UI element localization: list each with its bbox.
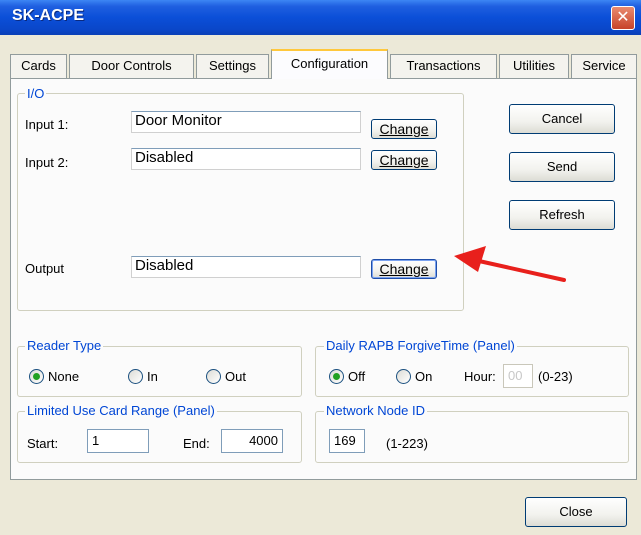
output-value-field: Disabled: [131, 256, 361, 278]
output-label: Output: [25, 261, 65, 276]
tab-settings[interactable]: Settings: [196, 54, 269, 78]
reader-none-radio[interactable]: [29, 369, 44, 384]
node-range-label: (1-223): [386, 436, 428, 451]
title-bar[interactable]: SK-ACPE ✕: [0, 0, 641, 35]
end-input[interactable]: 4000: [221, 429, 283, 453]
input2-value-field: Disabled: [131, 148, 361, 170]
reader-out-label[interactable]: Out: [225, 369, 246, 384]
card-range-legend: Limited Use Card Range (Panel): [25, 403, 217, 418]
hour-range-label: (0-23): [538, 369, 573, 384]
window-title: SK-ACPE: [12, 7, 85, 24]
cancel-button[interactable]: Cancel: [509, 104, 615, 134]
tab-transactions[interactable]: Transactions: [390, 54, 497, 78]
tab-utilities[interactable]: Utilities: [499, 54, 569, 78]
tab-cards[interactable]: Cards: [10, 54, 67, 78]
reader-none-label[interactable]: None: [48, 369, 79, 384]
close-button[interactable]: Close: [525, 497, 627, 527]
output-change-button[interactable]: Change: [371, 259, 437, 279]
reader-in-radio[interactable]: [128, 369, 143, 384]
rapb-on-radio[interactable]: [396, 369, 411, 384]
end-label: End:: [183, 436, 210, 451]
input2-change-button[interactable]: Change: [371, 150, 437, 170]
tab-service[interactable]: Service: [571, 54, 637, 78]
dialog-window: SK-ACPE ✕ Cards Door Controls Settings C…: [0, 0, 641, 535]
tab-door-controls[interactable]: Door Controls: [69, 54, 194, 78]
rapb-on-label[interactable]: On: [415, 369, 432, 384]
start-input[interactable]: 1: [87, 429, 149, 453]
hour-label: Hour:: [464, 369, 496, 384]
input1-value-field: Door Monitor: [131, 111, 361, 133]
reader-in-label[interactable]: In: [147, 369, 158, 384]
annotation-arrow-icon: [454, 246, 566, 282]
rapb-legend: Daily RAPB ForgiveTime (Panel): [324, 338, 517, 353]
network-node-legend: Network Node ID: [324, 403, 427, 418]
reader-type-legend: Reader Type: [25, 338, 104, 353]
hour-input[interactable]: 00: [503, 364, 533, 388]
input2-label: Input 2:: [25, 155, 69, 170]
input1-change-button[interactable]: Change: [371, 119, 437, 139]
close-window-icon[interactable]: ✕: [611, 6, 635, 30]
rapb-off-label[interactable]: Off: [348, 369, 365, 384]
node-id-input[interactable]: 169: [329, 429, 365, 453]
io-legend: I/O: [25, 86, 47, 101]
send-button[interactable]: Send: [509, 152, 615, 182]
reader-out-radio[interactable]: [206, 369, 221, 384]
input1-label: Input 1:: [25, 117, 69, 132]
start-label: Start:: [27, 436, 59, 451]
rapb-off-radio[interactable]: [329, 369, 344, 384]
tab-configuration[interactable]: Configuration: [271, 49, 388, 79]
refresh-button[interactable]: Refresh: [509, 200, 615, 230]
